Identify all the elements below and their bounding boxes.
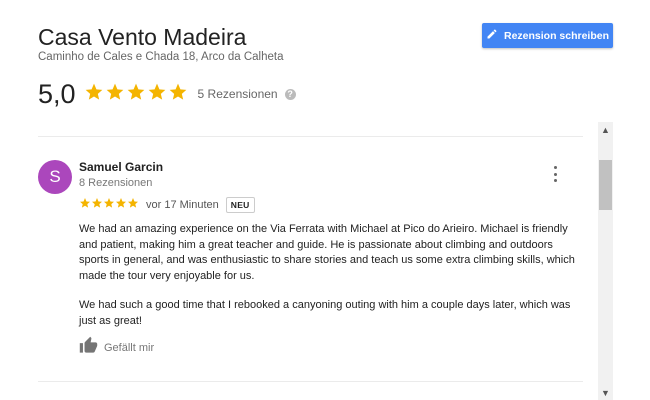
- star-icon: [127, 196, 139, 214]
- star-icon: [115, 196, 127, 214]
- scroll-thumb[interactable]: [599, 160, 612, 210]
- star-icon: [168, 82, 188, 107]
- review-rating-row: vor 17 Minuten NEU: [79, 196, 255, 214]
- divider: [38, 136, 583, 137]
- scrollbar[interactable]: ▲ ▼: [598, 122, 613, 400]
- star-icon: [84, 82, 104, 107]
- star-icon: [79, 196, 91, 214]
- review-stars: [79, 196, 139, 214]
- like-label: Gefällt mir: [104, 342, 155, 354]
- new-badge: NEU: [225, 197, 255, 213]
- review-count-link[interactable]: 5 Rezensionen: [198, 87, 278, 101]
- reviewer-name[interactable]: Samuel Garcin: [79, 160, 163, 174]
- divider: [38, 381, 583, 382]
- pencil-icon: [486, 28, 498, 43]
- rating-summary: 5,0 5 Rezensionen ?: [38, 78, 296, 110]
- place-address: Caminho de Cales e Chada 18, Arco da Cal…: [38, 51, 284, 63]
- write-review-label: Rezension schreiben: [503, 29, 610, 42]
- star-icon: [105, 82, 125, 107]
- star-icon: [91, 196, 103, 214]
- avatar[interactable]: S: [38, 160, 72, 194]
- review-paragraph: We had such a good time that I rebooked …: [79, 299, 571, 327]
- scroll-down-arrow-icon[interactable]: ▼: [598, 385, 613, 400]
- review-paragraph: We had an amazing experience on the Via …: [79, 223, 575, 282]
- average-rating-stars: [84, 82, 188, 107]
- place-title: Casa Vento Madeira: [38, 24, 247, 50]
- star-icon: [126, 82, 146, 107]
- average-rating: 5,0: [38, 78, 76, 109]
- star-icon: [147, 82, 167, 107]
- like-button[interactable]: Gefällt mir: [79, 336, 155, 360]
- write-review-button[interactable]: Rezension schreiben: [482, 23, 613, 48]
- more-vert-icon[interactable]: [548, 166, 562, 182]
- thumbs-up-icon: [79, 336, 104, 360]
- scroll-up-arrow-icon[interactable]: ▲: [598, 122, 613, 137]
- reviewer-review-count: 8 Rezensionen: [79, 177, 153, 189]
- help-icon[interactable]: ?: [284, 88, 296, 100]
- star-icon: [103, 196, 115, 214]
- review-time: vor 17 Minuten: [146, 199, 219, 211]
